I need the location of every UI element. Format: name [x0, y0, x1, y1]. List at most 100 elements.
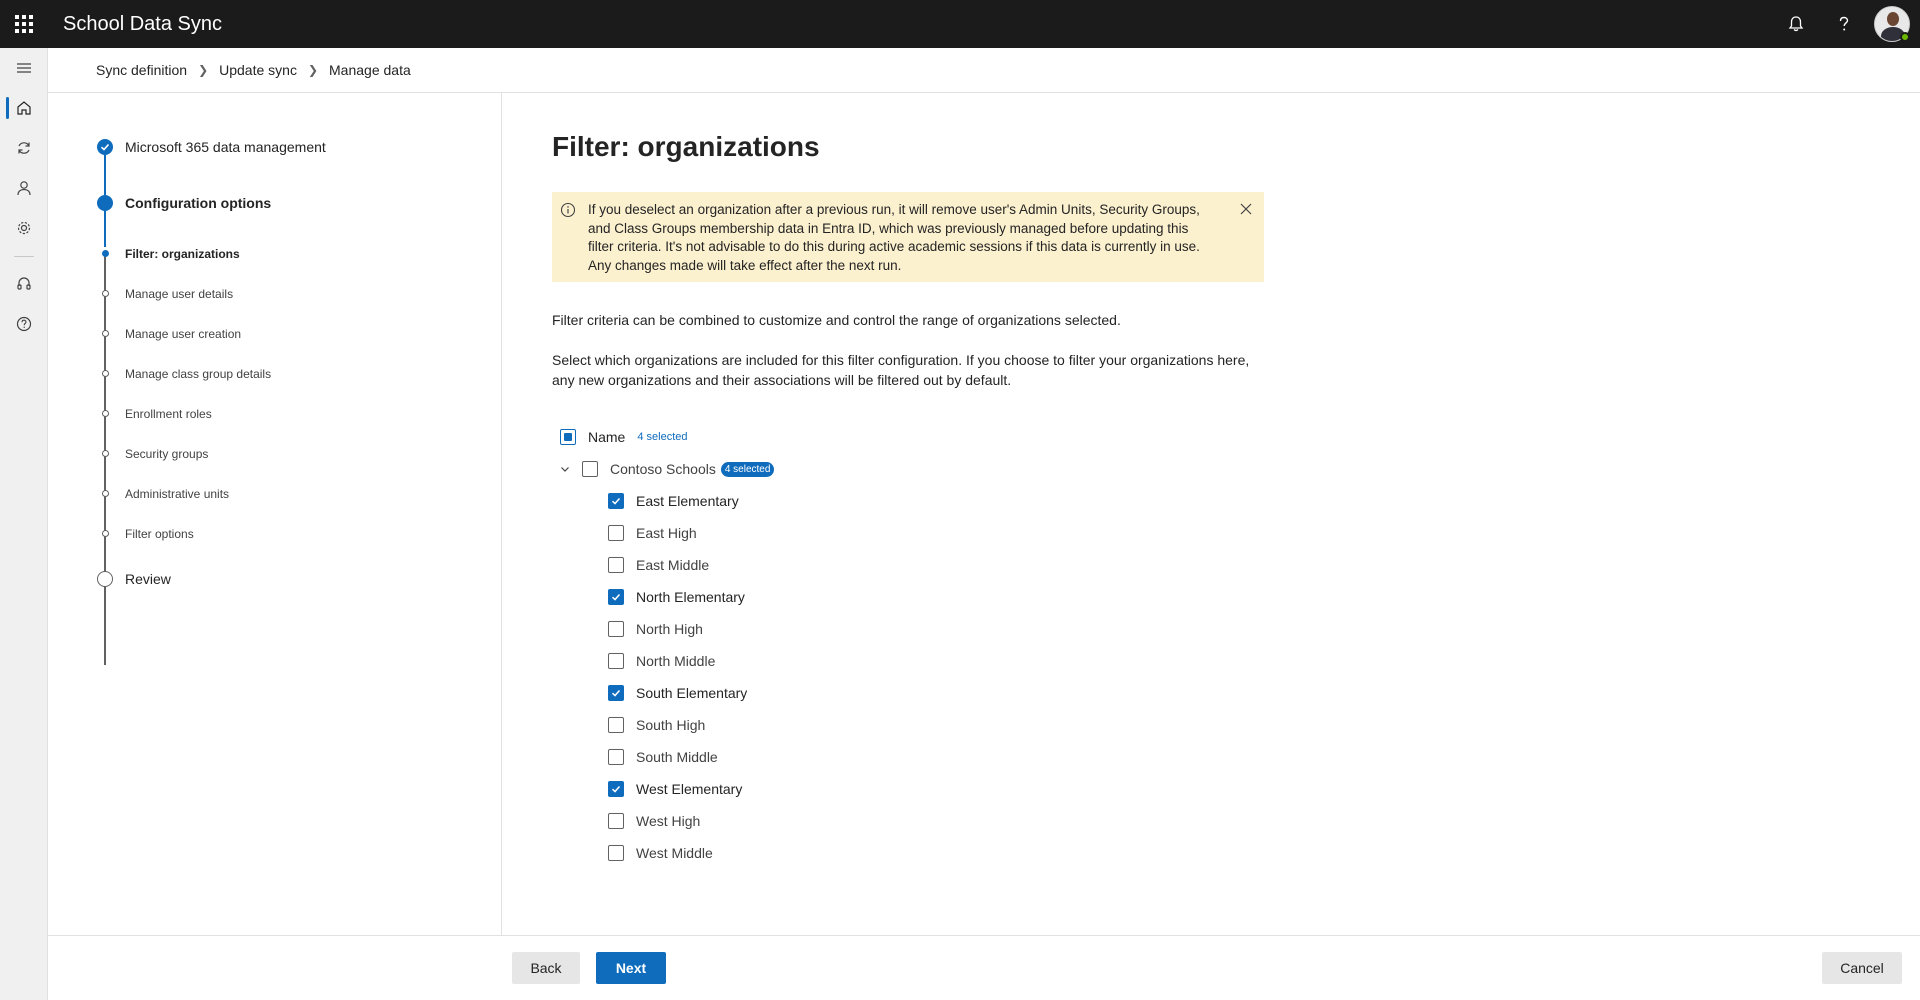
- checkmark-icon: [611, 785, 621, 793]
- step-label: Filter: organizations: [125, 247, 240, 261]
- organization-label: West Elementary: [636, 781, 743, 797]
- nav-home[interactable]: [0, 90, 48, 126]
- checkmark-icon: [611, 593, 621, 601]
- organization-checkbox[interactable]: [608, 525, 624, 541]
- organization-checkbox[interactable]: [608, 685, 624, 701]
- filter-description: Filter criteria can be combined to custo…: [552, 312, 1121, 328]
- checkmark-icon: [97, 139, 113, 155]
- organization-row[interactable]: West Middle: [608, 842, 713, 864]
- organization-label: East High: [636, 525, 697, 541]
- nav-settings[interactable]: [0, 210, 48, 246]
- presence-indicator: [1900, 32, 1910, 42]
- step-label: Manage user creation: [125, 327, 242, 341]
- gear-icon: [17, 221, 31, 235]
- step-label: Microsoft 365 data management: [125, 139, 326, 155]
- group-selected-badge: 4 selected: [720, 461, 775, 477]
- nav-support[interactable]: [0, 266, 48, 302]
- step-label: Configuration options: [125, 195, 272, 211]
- group-checkbox[interactable]: [582, 461, 598, 477]
- help-circle-icon: [16, 316, 32, 332]
- nav-divider: [14, 256, 34, 257]
- tree-header-row: Name 4 selected: [560, 426, 688, 448]
- hamburger-icon: [17, 63, 31, 73]
- footer-bar: Back Next Cancel: [48, 935, 1920, 1000]
- organization-row[interactable]: East Elementary: [608, 490, 739, 512]
- organization-row[interactable]: North High: [608, 618, 703, 640]
- step-connector: [104, 153, 106, 195]
- page-title: Filter: organizations: [552, 131, 820, 162]
- organization-label: West High: [636, 813, 701, 829]
- dismiss-banner-button[interactable]: [1236, 199, 1256, 219]
- app-launcher-button[interactable]: [0, 0, 48, 48]
- nav-help[interactable]: [0, 306, 48, 342]
- organization-label: East Elementary: [636, 493, 739, 509]
- breadcrumb-item-sync-definition[interactable]: Sync definition: [96, 62, 187, 78]
- organization-row[interactable]: West Elementary: [608, 778, 742, 800]
- organization-row[interactable]: East Middle: [608, 554, 709, 576]
- step-label: Manage user details: [125, 287, 234, 301]
- headset-icon: [17, 277, 31, 290]
- notifications-button[interactable]: [1772, 0, 1820, 48]
- column-header-name: Name: [588, 429, 626, 445]
- step-label: Review: [125, 571, 171, 587]
- selection-description: Select which organizations are included …: [552, 350, 1282, 390]
- wizard-steps: Microsoft 365 data management Configurat…: [48, 93, 502, 935]
- selected-count: 4 selected: [637, 431, 688, 443]
- pending-substep-dot: [101, 330, 109, 337]
- organization-row[interactable]: East High: [608, 522, 697, 544]
- chevron-right-icon: ❯: [307, 63, 319, 77]
- tree-group-row: Contoso Schools 4 selected: [558, 458, 775, 480]
- organization-checkbox[interactable]: [608, 621, 624, 637]
- pending-substep-dot: [101, 410, 109, 417]
- step-label: Filter options: [125, 527, 194, 541]
- organization-row[interactable]: North Elementary: [608, 586, 745, 608]
- organization-row[interactable]: South Middle: [608, 746, 718, 768]
- organization-row[interactable]: West High: [608, 810, 700, 832]
- app-title: School Data Sync: [63, 12, 222, 35]
- nav-sync[interactable]: [0, 130, 48, 166]
- breadcrumb-item-update-sync[interactable]: Update sync: [219, 62, 297, 78]
- organization-label: North High: [636, 621, 703, 637]
- bell-icon: [1788, 16, 1804, 32]
- pending-substep-dot: [101, 450, 109, 457]
- nav-users[interactable]: [0, 170, 48, 206]
- organization-row[interactable]: South Elementary: [608, 682, 747, 704]
- breadcrumb: Sync definition ❯ Update sync ❯ Manage d…: [48, 48, 1920, 93]
- cancel-button[interactable]: Cancel: [1822, 952, 1902, 984]
- organization-checkbox[interactable]: [608, 717, 624, 733]
- step-label: Security groups: [125, 447, 209, 461]
- help-button[interactable]: [1820, 0, 1868, 48]
- nav-menu-button[interactable]: [0, 50, 48, 86]
- organization-checkbox[interactable]: [608, 557, 624, 573]
- organization-checkbox[interactable]: [608, 653, 624, 669]
- organization-label: South Elementary: [636, 685, 748, 701]
- selection-description-line: Select which organizations are included …: [552, 352, 1250, 368]
- waffle-icon: [15, 15, 33, 33]
- organization-row[interactable]: South High: [608, 714, 705, 736]
- top-bar: School Data Sync: [0, 0, 1920, 48]
- organization-label: North Elementary: [636, 589, 745, 605]
- organization-checkbox[interactable]: [608, 845, 624, 861]
- chevron-down-icon: [561, 467, 569, 472]
- warning-line: If you deselect an organization after a …: [588, 202, 1200, 217]
- select-all-checkbox[interactable]: [560, 429, 576, 445]
- organization-checkbox[interactable]: [608, 749, 624, 765]
- pending-substep-dot: [101, 490, 109, 497]
- organization-checkbox[interactable]: [608, 781, 624, 797]
- current-step-dot: [97, 195, 113, 211]
- expand-group-button[interactable]: [558, 462, 572, 476]
- next-button[interactable]: Next: [596, 952, 666, 984]
- pending-step-dot: [97, 571, 113, 587]
- warning-line: and Class Groups membership data in Entr…: [588, 220, 1189, 236]
- warning-line: filter criteria. It's not advisable to d…: [588, 239, 1200, 254]
- back-button[interactable]: Back: [512, 952, 580, 984]
- organization-checkbox[interactable]: [608, 589, 624, 605]
- warning-line: Any changes made will take effect after …: [588, 257, 902, 273]
- organization-checkbox[interactable]: [608, 813, 624, 829]
- organization-checkbox[interactable]: [608, 493, 624, 509]
- step-label: Enrollment roles: [125, 407, 212, 421]
- organization-label: South Middle: [636, 749, 718, 765]
- checkmark-icon: [611, 497, 621, 505]
- organization-row[interactable]: North Middle: [608, 650, 715, 672]
- organization-label: East Middle: [636, 557, 710, 573]
